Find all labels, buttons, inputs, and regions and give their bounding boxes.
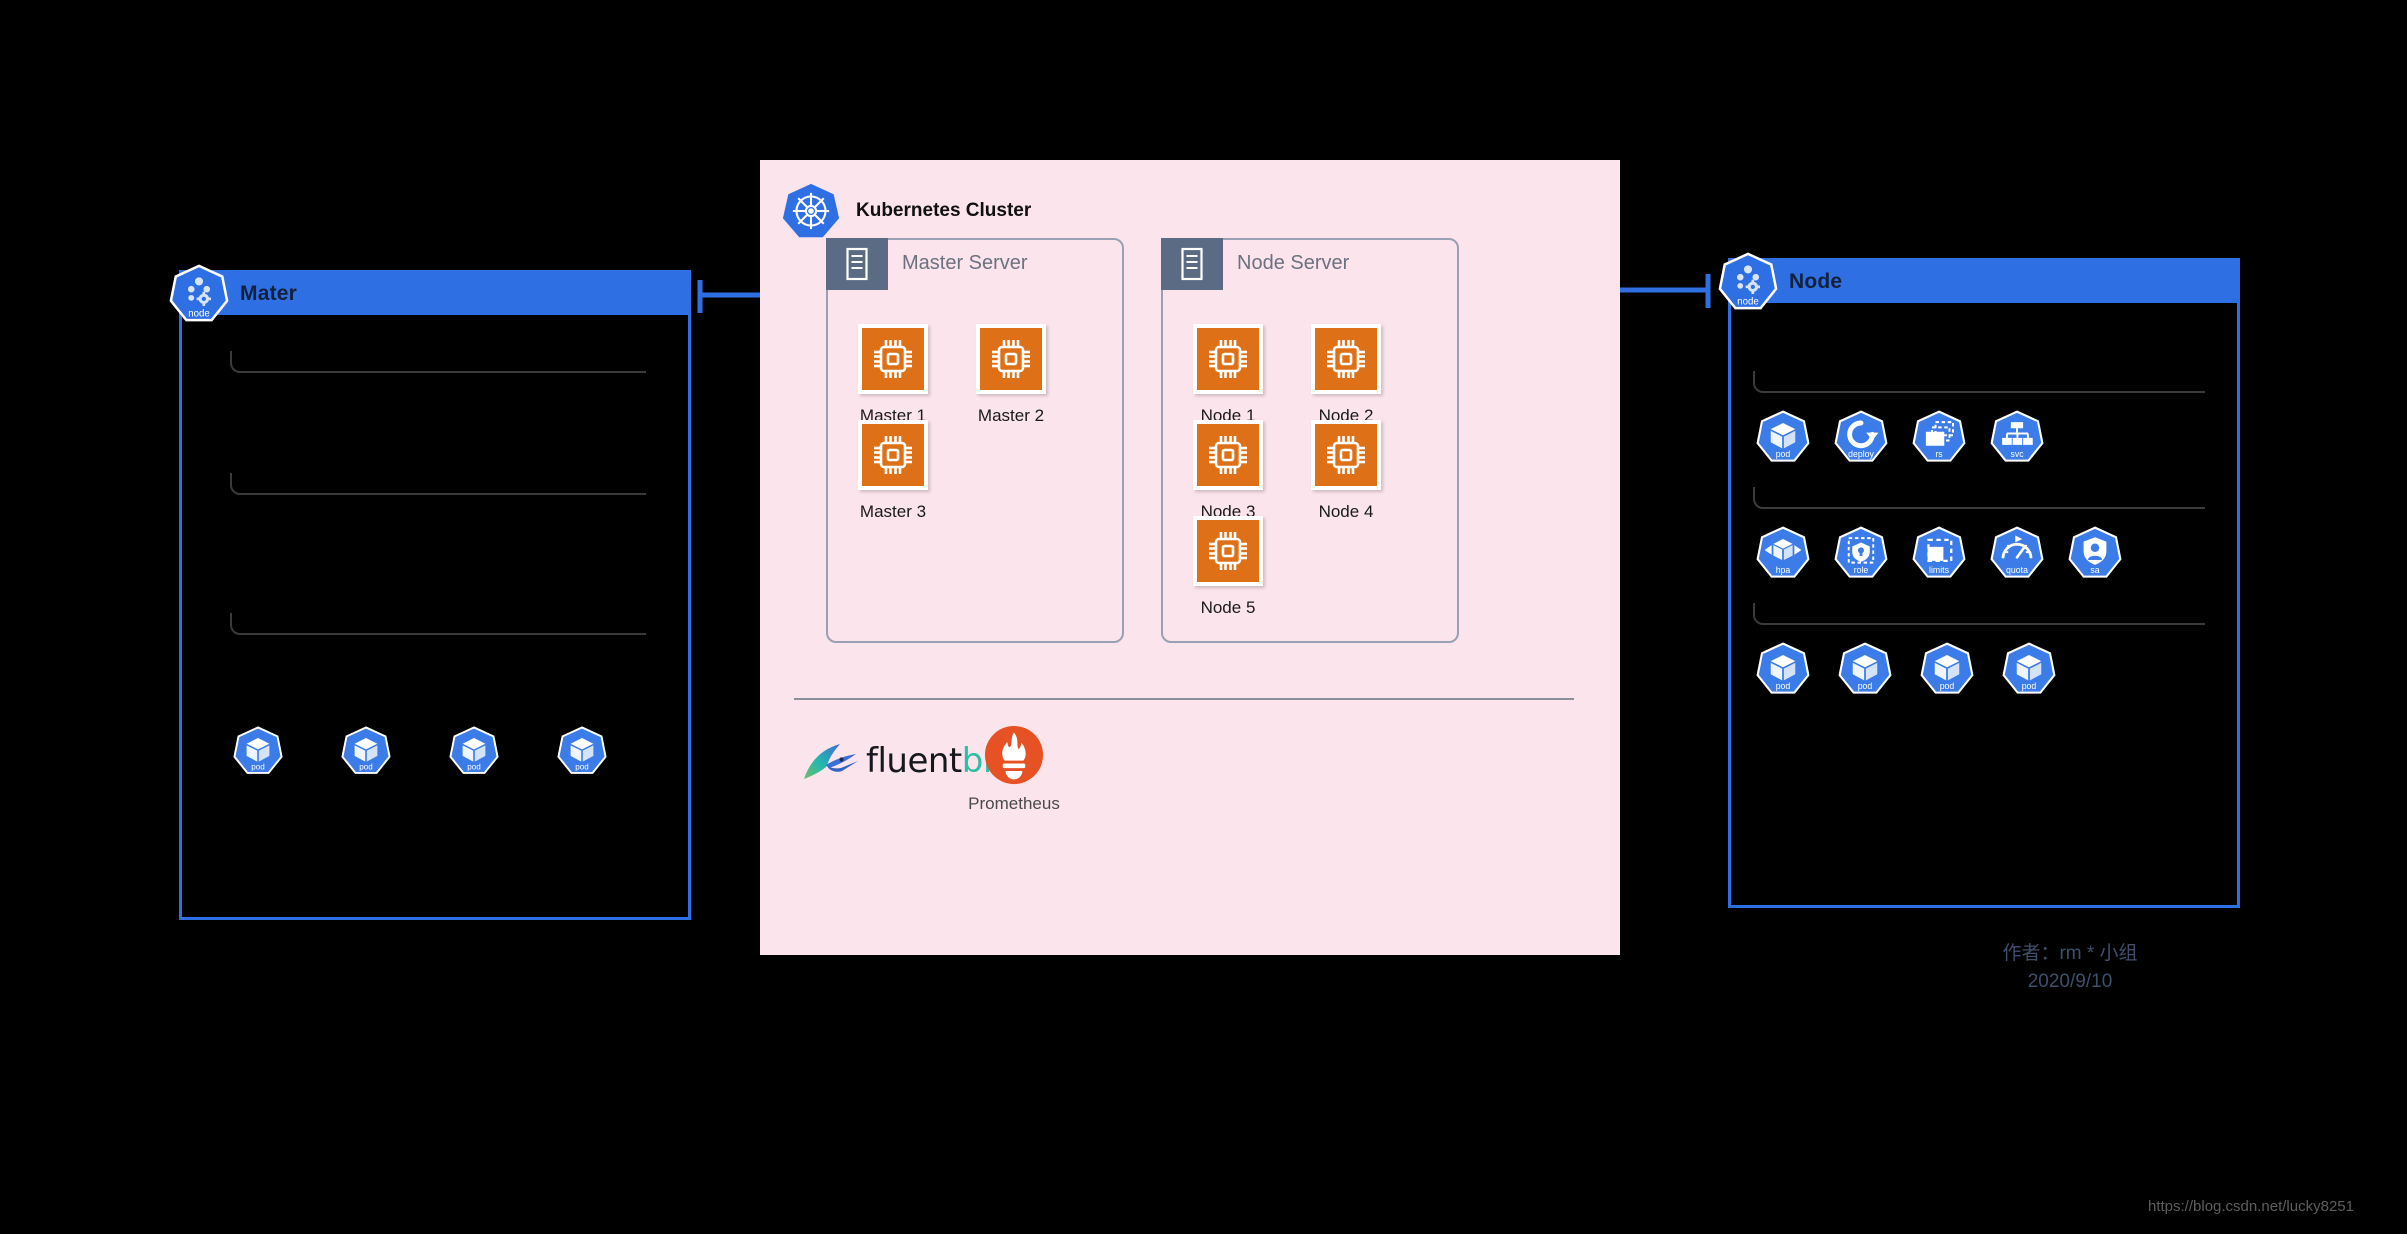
- master-server-title: Master Server: [902, 252, 1028, 274]
- serviceaccount-label: sa: [2090, 565, 2099, 575]
- cluster-title: Kubernetes Cluster: [856, 200, 1032, 221]
- group-separator: [1753, 487, 2205, 509]
- serviceaccount-icon[interactable]: sa: [2067, 525, 2123, 581]
- cpu-chip-icon[interactable]: [858, 420, 928, 490]
- limits-label: limits: [1929, 565, 1950, 575]
- limits-icon[interactable]: limits: [1911, 525, 1967, 581]
- node-5-label: Node 5: [1200, 598, 1256, 617]
- pod-icon[interactable]: pod: [1755, 409, 1811, 465]
- node-panel: Node node pod deploy rs svc hpa role lim…: [1718, 252, 2240, 908]
- node-panel-header: Node: [1731, 261, 2237, 303]
- node-icon: node: [168, 263, 230, 325]
- credit-date: 2020/9/10: [2027, 970, 2113, 992]
- pod-label: pod: [467, 763, 481, 772]
- cpu-chip-icon[interactable]: [1193, 420, 1263, 490]
- kubernetes-cluster-card: Kubernetes Cluster Master Server Master …: [760, 160, 1620, 955]
- pod-icon[interactable]: pod: [448, 725, 500, 777]
- svg-text:node: node: [1737, 296, 1759, 307]
- cluster-divider: [794, 698, 1574, 700]
- quota-label: quota: [2006, 565, 2028, 575]
- pod-icon[interactable]: pod: [232, 725, 284, 777]
- mater-panel-header: Mater: [182, 273, 688, 315]
- server-rack-icon: [1161, 238, 1223, 290]
- pod-icon[interactable]: pod: [340, 725, 392, 777]
- pod-icon[interactable]: pod: [1755, 641, 1811, 697]
- node-server-title: Node Server: [1237, 252, 1350, 274]
- pod-label: pod: [2022, 681, 2037, 691]
- pod-label: pod: [1940, 681, 1955, 691]
- cpu-chip-icon[interactable]: [1193, 324, 1263, 394]
- pod-label: pod: [575, 763, 589, 772]
- credit-author: 作者：rm * 小组: [2002, 943, 2138, 964]
- node-server-panel: Node Server Node 1 Node 2 Node 3 Node 4 …: [1161, 238, 1459, 643]
- service-icon[interactable]: svc: [1989, 409, 2045, 465]
- node-panel-title: Node: [1789, 270, 1843, 293]
- quota-icon[interactable]: quota: [1989, 525, 2045, 581]
- pod-icon[interactable]: pod: [1837, 641, 1893, 697]
- pod-label: pod: [1776, 681, 1791, 691]
- node-icon: node: [1717, 251, 1779, 313]
- pod-label: pod: [359, 763, 373, 772]
- role-icon[interactable]: role: [1833, 525, 1889, 581]
- service-label: svc: [2010, 449, 2024, 459]
- role-label: role: [1854, 565, 1869, 575]
- hpa-label: hpa: [1776, 565, 1791, 575]
- node-resource-row-2: hpa role limits quota sa: [1755, 525, 2123, 581]
- group-separator: [1753, 603, 2205, 625]
- server-rack-icon: [826, 238, 888, 290]
- hpa-icon[interactable]: hpa: [1755, 525, 1811, 581]
- pod-label: pod: [1858, 681, 1873, 691]
- svg-text:node: node: [188, 308, 210, 319]
- deploy-label: deploy: [1848, 449, 1874, 459]
- pod-icon[interactable]: pod: [556, 725, 608, 777]
- cpu-chip-icon[interactable]: [1311, 420, 1381, 490]
- pod-icon[interactable]: pod: [2001, 641, 2057, 697]
- mater-panel: Mater node pod pod pod pod: [169, 264, 691, 920]
- group-separator: [1753, 371, 2205, 393]
- prometheus-label: Prometheus: [968, 794, 1060, 813]
- cpu-chip-icon[interactable]: [1311, 324, 1381, 394]
- pod-label: pod: [1776, 449, 1791, 459]
- cpu-chip-icon[interactable]: [858, 324, 928, 394]
- replicaset-label: rs: [1935, 449, 1943, 459]
- hummingbird-icon: [804, 744, 858, 779]
- node-resource-row-3: pod pod pod pod: [1755, 641, 2057, 697]
- source-watermark: https://blog.csdn.net/lucky8251: [2148, 1198, 2354, 1215]
- kubernetes-logo: [782, 182, 840, 240]
- node-4-label: Node 4: [1318, 502, 1374, 521]
- master-3-label: Master 3: [859, 502, 927, 521]
- pod-icon[interactable]: pod: [1919, 641, 1975, 697]
- mater-pod-row: pod pod pod pod: [232, 725, 608, 777]
- fluentbit-word-a: fluent: [866, 741, 962, 781]
- prometheus-torch-icon: [984, 725, 1044, 785]
- group-separator: [230, 473, 646, 495]
- master-server-panel: Master Server Master 1 Master 2 Master 3: [826, 238, 1124, 643]
- diagram-canvas: Mater node pod pod pod pod Kubernetes Cl…: [0, 0, 2407, 1234]
- group-separator: [230, 613, 646, 635]
- deploy-icon[interactable]: deploy: [1833, 409, 1889, 465]
- cpu-chip-icon[interactable]: [1193, 516, 1263, 586]
- replicaset-icon[interactable]: rs: [1911, 409, 1967, 465]
- cpu-chip-icon[interactable]: [976, 324, 1046, 394]
- master-2-label: Master 2: [977, 406, 1045, 425]
- pod-label: pod: [251, 763, 265, 772]
- group-separator: [230, 351, 646, 373]
- node-resource-row-1: pod deploy rs svc: [1755, 409, 2045, 465]
- credit-block: 作者：rm * 小组 2020/9/10: [1930, 940, 2210, 995]
- prometheus-logo[interactable]: Prometheus: [952, 725, 1076, 814]
- mater-panel-title: Mater: [240, 282, 298, 305]
